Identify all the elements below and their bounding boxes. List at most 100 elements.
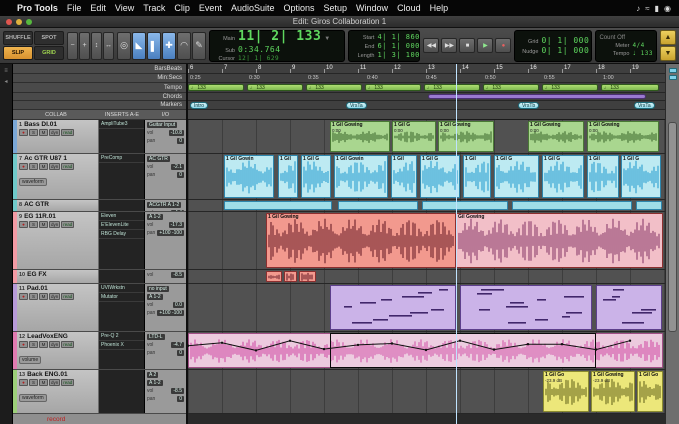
zoom-vertical-button[interactable]: ↕ <box>91 32 102 60</box>
clip-ac-gtr[interactable] <box>636 201 662 210</box>
rewind-button[interactable]: ◀◀ <box>423 38 439 53</box>
io-path[interactable]: ACGTR A 1-2 <box>147 202 181 208</box>
clip-eg-fx[interactable] <box>266 271 282 282</box>
track-list-toggle-icon[interactable]: ≡ <box>4 68 8 74</box>
solo-button[interactable]: S <box>29 221 38 228</box>
track-view-selector[interactable]: volume <box>19 356 41 364</box>
end-value[interactable]: 6| 1| 000 <box>377 42 419 50</box>
lane-leadvoxeng[interactable] <box>188 332 665 370</box>
io-path[interactable]: no input <box>147 286 169 292</box>
clip-ac-gtr[interactable] <box>422 201 508 210</box>
counter-dropdown-icon[interactable]: ▼ <box>324 36 330 42</box>
clock-icon[interactable]: ◉ <box>664 4 671 13</box>
solo-button[interactable]: S <box>29 341 38 348</box>
mute-button[interactable]: M <box>39 129 48 136</box>
vertical-zoom-down-button[interactable]: ▼ <box>660 46 676 61</box>
track-view-selector[interactable]: waveform <box>19 178 47 186</box>
track-name[interactable]: 10EG FX <box>19 271 96 278</box>
clip-1-gil-g[interactable]: 1 Gil G <box>301 155 331 198</box>
tempo-event[interactable]: ♩ 133 <box>306 84 362 91</box>
record-enable-button[interactable]: ● <box>19 379 28 386</box>
sub-counter-value[interactable]: 0:34.764 <box>238 45 281 54</box>
track-name[interactable]: 1Bass DI.01 <box>19 121 96 128</box>
zoomer-tool[interactable]: ◎ <box>117 32 131 60</box>
record-enable-button[interactable]: ● <box>19 341 28 348</box>
tempo-value[interactable]: ♩ 133 <box>632 50 653 57</box>
menu-item-window[interactable]: Window <box>356 3 388 13</box>
pan-value[interactable]: 0 <box>177 138 184 144</box>
start-value[interactable]: 4| 1| 860 <box>377 33 419 41</box>
clip-1-gil[interactable]: 1 Gil <box>391 155 417 198</box>
grid-nudge-display[interactable]: Grid0| 1| 000 Nudge0| 1| 000 <box>514 30 592 62</box>
clip-ac-gtr[interactable] <box>224 201 332 210</box>
insert-uviwrkstn[interactable]: UVIWrkstn <box>99 284 144 293</box>
io-path[interactable]: Guitar Input <box>147 122 177 128</box>
record-enable-button[interactable]: ● <box>19 293 28 300</box>
record-enable-button[interactable]: ● <box>19 129 28 136</box>
io-path[interactable]: AC GTR <box>147 156 170 162</box>
menu-item-edit[interactable]: Edit <box>90 3 106 13</box>
mode-spot-button[interactable]: SPOT <box>34 31 64 45</box>
volume-value[interactable]: -10.8 <box>169 130 184 136</box>
mute-button[interactable]: M <box>39 163 48 170</box>
ruler-lane-markers[interactable]: IntroVrsTaVrsTbVrsTa <box>188 101 665 110</box>
menu-item-options[interactable]: Options <box>283 3 314 13</box>
clip-1-gil-gowing[interactable]: 1 Gil Gowing-23.9 dB <box>591 371 635 412</box>
main-counter-value[interactable]: 11| 2| 133 <box>238 29 321 44</box>
solo-button[interactable]: S <box>29 163 38 170</box>
track-name[interactable]: 11Pad.01 <box>19 285 96 292</box>
pan-value[interactable]: +100 -100 <box>157 310 184 316</box>
dyn-button[interactable]: dyn <box>49 341 60 348</box>
selector-tool[interactable]: ▌ <box>147 32 161 60</box>
insert-phoenix-x[interactable]: Phoenix X <box>99 341 144 350</box>
insert-mutator[interactable]: Mutator <box>99 293 144 302</box>
clip-pad-01[interactable] <box>330 285 456 330</box>
record-enable-button[interactable]: ● <box>19 221 28 228</box>
clip-1-gil-g[interactable]: 1 Gil G <box>542 155 584 198</box>
clip-1-gil-gowin[interactable]: 1 Gil Gowin <box>334 155 388 198</box>
lane-pad-01[interactable] <box>188 284 665 332</box>
menu-item-setup[interactable]: Setup <box>324 3 348 13</box>
volume-value[interactable]: -4.7 <box>171 342 184 348</box>
track-name[interactable]: 8AC GTR <box>19 201 96 208</box>
clip-1-gil-gowing[interactable]: 1 Gil Gowing0:00 <box>528 121 584 152</box>
length-value[interactable]: 1| 3| 100 <box>377 51 419 59</box>
mode-grid-button[interactable]: GRID <box>34 46 64 60</box>
group-list-toggle-icon[interactable]: ◂ <box>4 78 7 85</box>
zoom-window-icon[interactable] <box>26 19 32 25</box>
clip-1-gil-gowing[interactable]: 1 Gil Gowing0:00 <box>330 121 390 152</box>
sound-icon[interactable]: ♪ <box>636 4 640 13</box>
menu-item-clip[interactable]: Clip <box>174 3 190 13</box>
io-path[interactable]: A 2 <box>147 372 158 378</box>
tempo-event[interactable]: ♩ 133 <box>247 84 303 91</box>
io-path[interactable]: A 1-2 <box>147 294 163 300</box>
trim-tool[interactable]: ◣ <box>132 32 146 60</box>
automation-mode-button[interactable]: read <box>61 379 74 386</box>
count-off-label[interactable]: Count Off <box>599 35 625 41</box>
clip-1-gil-gowing[interactable]: 1 Gil Gowing0:00 <box>587 121 659 152</box>
clip-pad-01[interactable] <box>596 285 662 330</box>
ruler-name-min-secs[interactable]: Min:Secs <box>13 74 186 83</box>
tempo-event[interactable]: ♩ 133 <box>542 84 598 91</box>
automation-mode-button[interactable]: read <box>61 293 74 300</box>
automation-mode-button[interactable]: read <box>61 341 74 348</box>
lane-eg-fx[interactable] <box>188 270 665 284</box>
vertical-scrollbar[interactable] <box>665 64 679 424</box>
clip-1-gil-g[interactable]: 1 Gil G <box>494 155 539 198</box>
lane-bass-di-01[interactable]: 1 Gil Gowing0:001 Gil G0:001 Gil Gowing0… <box>188 120 665 154</box>
stop-button[interactable]: ■ <box>459 38 475 53</box>
io-path[interactable]: LTD-L <box>147 334 165 340</box>
automation-mode-button[interactable]: read <box>61 221 74 228</box>
clip-gil-gowing[interactable]: Gil Gowing <box>456 213 663 268</box>
lane-eg-11r-01[interactable]: 1 Gil GowingGil Gowing <box>188 212 665 270</box>
insert-e-elevenlite[interactable]: E'ElevenLite <box>99 221 144 230</box>
insert-pre-q-2[interactable]: Pre-Q 2 <box>99 332 144 341</box>
menu-item-cloud[interactable]: Cloud <box>397 3 421 13</box>
ruler-name-barsbeats[interactable]: BarsBeats <box>13 64 186 74</box>
wifi-icon[interactable]: ≈ <box>645 4 649 13</box>
lane-ac-gtr[interactable] <box>188 200 665 212</box>
ruler-lane-barsbeats[interactable]: 678910111213141516171819 <box>188 64 665 74</box>
mode-slip-button[interactable]: SLIP <box>3 46 33 60</box>
mode-shuffle-button[interactable]: SHUFFLE <box>3 31 33 45</box>
pan-value[interactable]: 0 <box>177 350 184 356</box>
